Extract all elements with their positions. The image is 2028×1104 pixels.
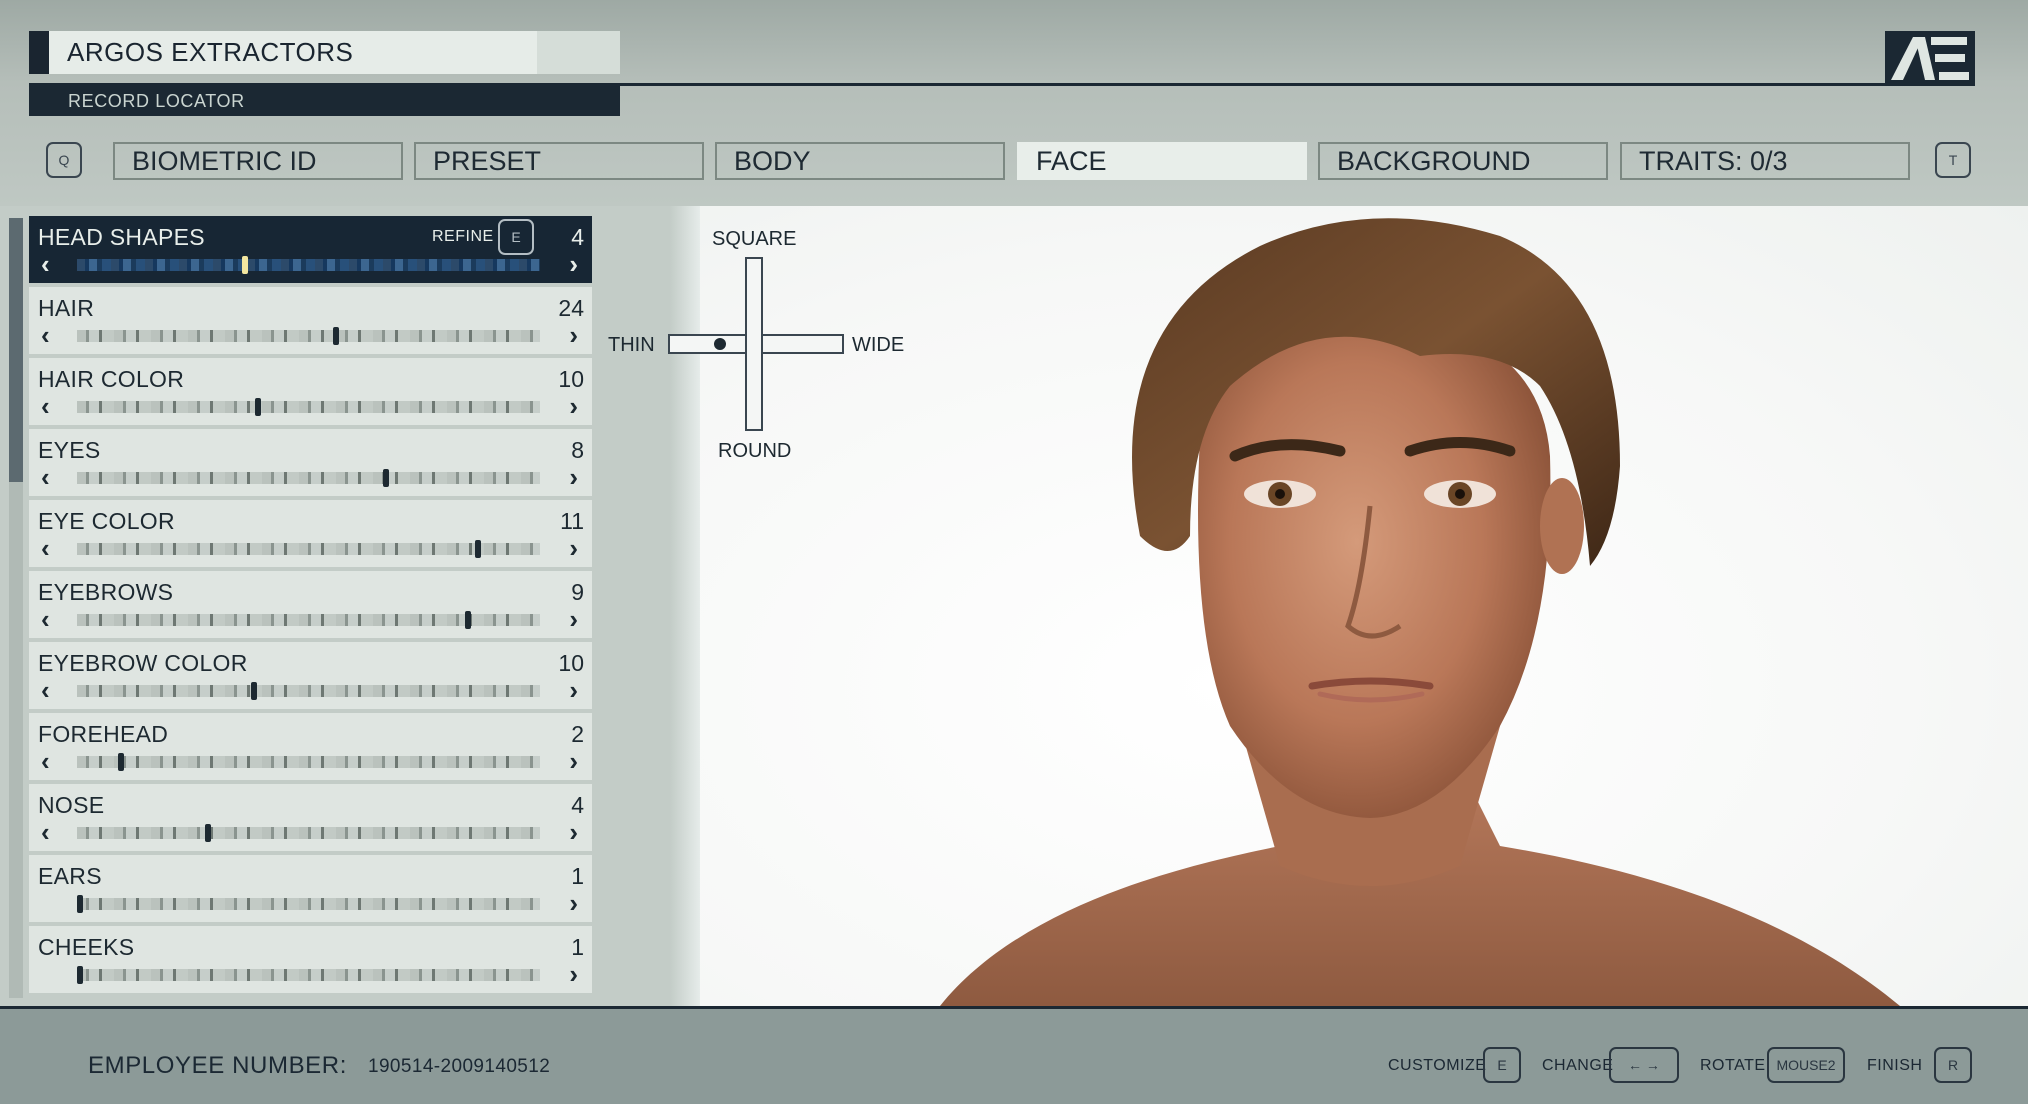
chevron-right-icon[interactable]: › <box>569 464 578 490</box>
chevron-right-icon[interactable]: › <box>569 251 578 277</box>
chevron-left-icon[interactable]: ‹ <box>41 464 50 490</box>
option-slider[interactable] <box>77 682 540 700</box>
option-slider[interactable] <box>77 895 540 913</box>
option-slider[interactable] <box>77 256 540 274</box>
change-hint-label: CHANGE <box>1542 1057 1614 1074</box>
chevron-left-icon[interactable]: ‹ <box>41 819 50 845</box>
slider-marker <box>255 398 261 416</box>
chevron-left-icon[interactable]: ‹ <box>41 393 50 419</box>
slider-marker <box>383 469 389 487</box>
compass-position-dot[interactable] <box>714 338 726 350</box>
compass-bottom-label: ROUND <box>718 440 792 462</box>
chevron-right-icon[interactable]: › <box>569 890 578 916</box>
chevron-right-icon[interactable]: › <box>569 322 578 348</box>
slider-marker <box>465 611 471 629</box>
chevron-right-icon[interactable]: › <box>569 606 578 632</box>
option-eyebrow-color[interactable]: EYEBROW COLOR 10 ‹ › <box>29 642 592 709</box>
chevron-left-icon[interactable]: ‹ <box>41 748 50 774</box>
option-slider[interactable] <box>77 966 540 984</box>
slider-marker <box>475 540 481 558</box>
finish-hint-label: FINISH <box>1867 1057 1923 1074</box>
chevron-left-icon[interactable]: ‹ <box>41 251 50 277</box>
record-locator-bar: RECORD LOCATOR <box>29 86 620 116</box>
compass-top-label: SQUARE <box>712 228 797 250</box>
refine-key[interactable]: E <box>498 219 534 255</box>
option-slider[interactable] <box>77 824 540 842</box>
tab-traits[interactable]: TRAITS: 0/3 <box>1620 142 1910 180</box>
customize-key[interactable]: E <box>1483 1047 1521 1083</box>
header: ARGOS EXTRACTORS RECORD LOCATOR Q BIOMET… <box>0 0 2028 206</box>
employee-number-value: 190514-2009140512 <box>368 1056 551 1077</box>
chevron-right-icon[interactable]: › <box>569 393 578 419</box>
option-eyes[interactable]: EYES 8 ‹ › <box>29 429 592 496</box>
refine-label: REFINE <box>432 228 494 245</box>
chevron-left-icon[interactable]: ‹ <box>41 322 50 348</box>
chevron-right-icon[interactable]: › <box>569 535 578 561</box>
chevron-left-icon[interactable]: ‹ <box>41 677 50 703</box>
finish-key[interactable]: R <box>1934 1047 1972 1083</box>
company-bar: ARGOS EXTRACTORS <box>29 31 620 74</box>
option-eyebrows[interactable]: EYEBROWS 9 ‹ › <box>29 571 592 638</box>
company-name: ARGOS EXTRACTORS <box>67 37 354 67</box>
options-scrollbar-thumb[interactable] <box>9 218 23 482</box>
slider-marker <box>251 682 257 700</box>
tab-body[interactable]: BODY <box>715 142 1005 180</box>
compass-vertical-axis[interactable] <box>745 257 763 431</box>
compass-left-label: THIN <box>608 334 655 356</box>
slider-marker <box>333 327 339 345</box>
prev-tab-key[interactable]: Q <box>46 142 82 178</box>
employee-number-label: EMPLOYEE NUMBER: <box>88 1052 347 1079</box>
option-slider[interactable] <box>77 540 540 558</box>
option-hair-color[interactable]: HAIR COLOR 10 ‹ › <box>29 358 592 425</box>
chevron-right-icon[interactable]: › <box>569 961 578 987</box>
character-portrait <box>940 218 1900 1006</box>
option-head-shapes[interactable]: HEAD SHAPES REFINE E 4 ‹ › <box>29 216 592 283</box>
footer: EMPLOYEE NUMBER: 190514-2009140512 CUSTO… <box>0 1006 2028 1104</box>
option-eye-color[interactable]: EYE COLOR 11 ‹ › <box>29 500 592 567</box>
chevron-right-icon[interactable]: › <box>569 748 578 774</box>
tab-background[interactable]: BACKGROUND <box>1318 142 1608 180</box>
change-key[interactable]: ← → <box>1609 1047 1679 1083</box>
option-hair[interactable]: HAIR 24 ‹ › <box>29 287 592 354</box>
customize-hint-label: CUSTOMIZE <box>1388 1057 1487 1074</box>
tab-biometric-id[interactable]: BIOMETRIC ID <box>113 142 403 180</box>
ae-logo <box>1885 31 1975 86</box>
option-cheeks[interactable]: CHEEKS 1 › <box>29 926 592 993</box>
slider-marker <box>77 966 83 984</box>
option-ears[interactable]: EARS 1 › <box>29 855 592 922</box>
tab-face[interactable]: FACE <box>1017 142 1307 180</box>
slider-marker <box>118 753 124 771</box>
option-slider[interactable] <box>77 611 540 629</box>
slider-marker <box>242 256 248 274</box>
option-slider[interactable] <box>77 469 540 487</box>
option-slider[interactable] <box>77 398 540 416</box>
tab-preset[interactable]: PRESET <box>414 142 704 180</box>
option-nose[interactable]: NOSE 4 ‹ › <box>29 784 592 851</box>
option-slider[interactable] <box>77 753 540 771</box>
slider-marker <box>205 824 211 842</box>
chevron-right-icon[interactable]: › <box>569 819 578 845</box>
chevron-left-icon[interactable]: ‹ <box>41 606 50 632</box>
option-forehead[interactable]: FOREHEAD 2 ‹ › <box>29 713 592 780</box>
next-tab-key[interactable]: T <box>1935 142 1971 178</box>
rotate-hint-label: ROTATE <box>1700 1057 1766 1074</box>
chevron-right-icon[interactable]: › <box>569 677 578 703</box>
compass-right-label: WIDE <box>852 334 905 356</box>
slider-marker <box>77 895 83 913</box>
chevron-left-icon[interactable]: ‹ <box>41 535 50 561</box>
option-slider[interactable] <box>77 327 540 345</box>
record-locator-label: RECORD LOCATOR <box>68 91 245 111</box>
rotate-key[interactable]: MOUSE2 <box>1767 1047 1845 1083</box>
